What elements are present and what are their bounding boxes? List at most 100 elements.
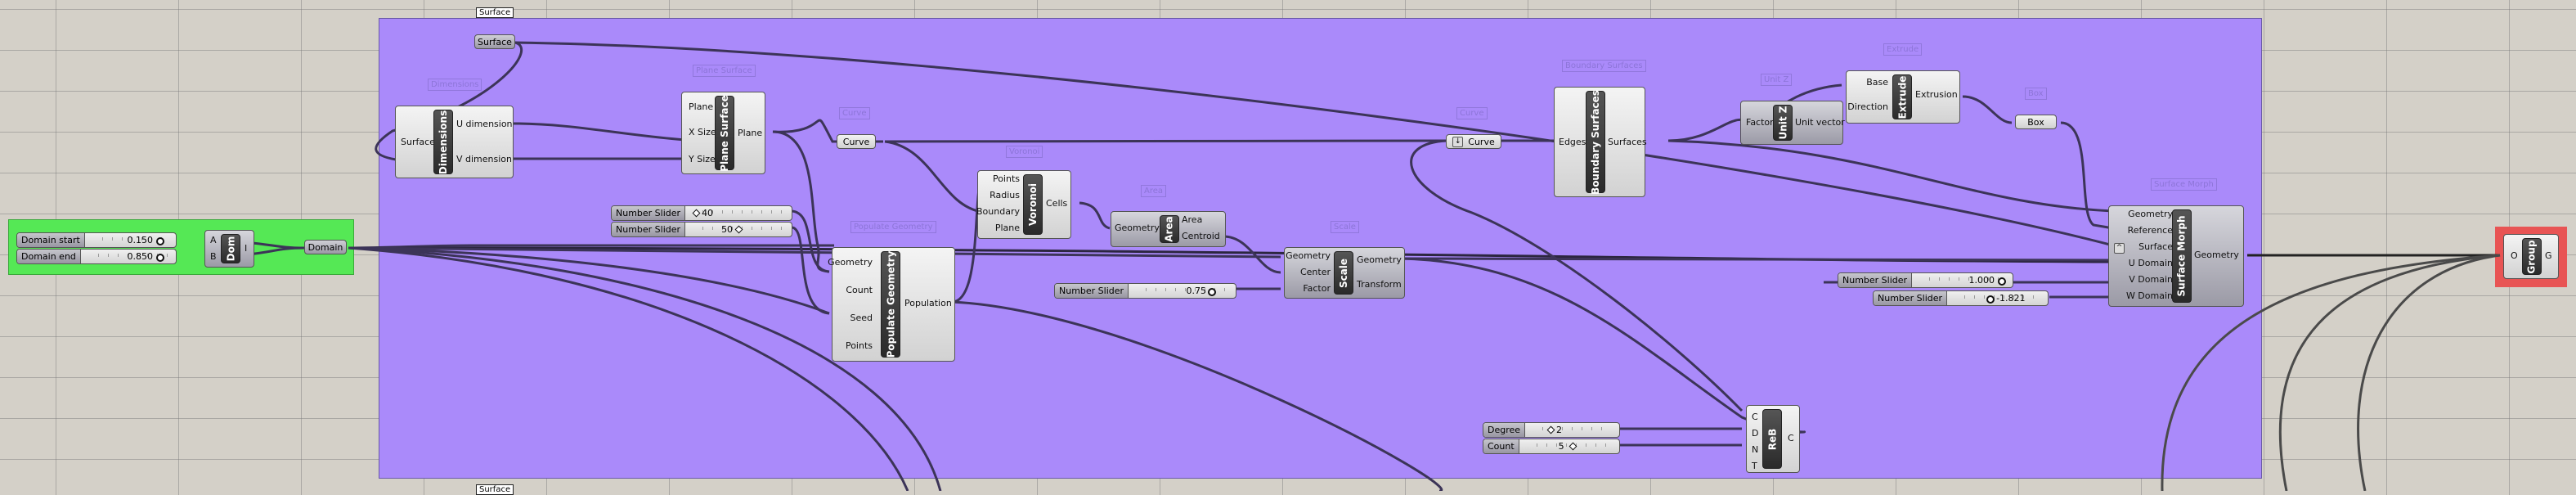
bubble-curve-2: Curve <box>1456 107 1488 119</box>
port-in: Edges <box>1559 137 1586 147</box>
number-slider-factor[interactable]: Number Slider 0.75 <box>1054 283 1236 299</box>
port-in: O <box>2511 250 2518 261</box>
port-in: Boundary <box>976 206 1020 217</box>
number-slider-count[interactable]: Number Slider 40 <box>611 205 792 221</box>
surface-param[interactable]: Surface <box>474 34 515 49</box>
slider-value: 2 <box>1556 425 1563 435</box>
slider-label: Number Slider <box>612 206 686 220</box>
domain-end-slider[interactable]: Domain end 0.850 <box>16 249 177 264</box>
bubble-extrude: Extrude <box>1883 43 1923 56</box>
slider-knob[interactable] <box>1568 442 1577 451</box>
port-in: U Domain <box>2128 258 2173 268</box>
bubble-box: Box <box>2025 88 2047 100</box>
slider-value: 40 <box>702 208 714 218</box>
component-nickname: Unit Z <box>1773 105 1793 141</box>
slider-value: 0.150 <box>127 235 154 245</box>
slider-knob[interactable] <box>1208 288 1216 296</box>
port-out: Plane <box>738 128 763 138</box>
number-slider-w-domain[interactable]: Number Slider -1.821 <box>1873 290 2049 306</box>
slider-value: 1.000 <box>1968 275 1995 286</box>
component-nickname: Scale <box>1334 251 1353 295</box>
degree-slider[interactable]: Degree 2 <box>1483 422 1620 438</box>
wire <box>2357 254 2501 491</box>
slider-knob[interactable] <box>156 237 164 245</box>
box-param[interactable]: Box <box>2015 115 2057 129</box>
slider-label: Degree <box>1483 423 1526 437</box>
number-slider-seed[interactable]: Number Slider 50 <box>611 222 792 237</box>
port-in: Geometry <box>828 257 873 268</box>
extrude-component[interactable]: Base Direction Extrude Extrusion <box>1846 70 1960 124</box>
slider-track[interactable]: 0.150 <box>84 233 176 247</box>
slider-value: 50 <box>721 224 734 235</box>
port-in: Plane <box>689 101 714 112</box>
port-in: Base <box>1866 77 1888 88</box>
component-nickname: Boundary Surfaces <box>1586 90 1605 194</box>
slider-value: 5 <box>1558 441 1564 452</box>
component-nickname: Group <box>2522 238 2542 275</box>
port-in: Seed <box>850 313 873 323</box>
slider-knob[interactable] <box>1986 295 1995 304</box>
count-slider[interactable]: Count 5 <box>1483 439 1620 454</box>
domain-param[interactable]: Domain <box>304 240 347 254</box>
component-nickname: Area <box>1160 215 1179 243</box>
plane-surface-component[interactable]: Plane X Size Y Size Plane Surface Plane <box>681 92 765 174</box>
slider-track[interactable]: 50 <box>685 223 792 236</box>
port-out: Surfaces <box>1608 137 1647 147</box>
slider-label: Number Slider <box>612 223 686 236</box>
port-in: Geometry <box>2128 209 2173 219</box>
port-in-a: A <box>210 235 217 245</box>
number-slider-v-domain[interactable]: Number Slider 1.000 <box>1838 272 2013 288</box>
slider-track[interactable]: 5 <box>1519 439 1619 453</box>
populate-geometry-component[interactable]: Geometry Count Seed Points Populate Geom… <box>828 247 955 362</box>
component-nickname: Plane Surface <box>715 95 734 171</box>
component-nickname: Dimensions <box>433 110 453 174</box>
unit-z-component[interactable]: Factor Unit Z Unit vector <box>1740 101 1845 145</box>
rebuild-curve-component[interactable]: C D N T ReB C <box>1746 405 1800 473</box>
curve-param[interactable]: Curve <box>837 134 876 149</box>
port-out: C <box>1788 433 1794 443</box>
port-out: G <box>2545 250 2552 261</box>
port-in: N <box>1752 444 1759 455</box>
dimensions-component[interactable]: Surface Dimensions U dimension V dimensi… <box>395 106 514 178</box>
scale-component[interactable]: Geometry Center Factor Scale Geometry Tr… <box>1284 247 1405 299</box>
port-in-b: B <box>210 251 217 262</box>
port-out: Area <box>1182 214 1203 225</box>
bubble-dimensions: Dimensions <box>428 79 482 91</box>
port-out: Geometry <box>1357 254 1402 265</box>
bubble-plane-surface: Plane Surface <box>693 65 756 77</box>
port-out: Transform <box>1357 279 1402 290</box>
area-component[interactable]: Geometry Area Area Centroid <box>1111 211 1226 247</box>
slider-knob[interactable] <box>1546 425 1555 434</box>
construct-domain-component[interactable]: A B Dom I <box>204 230 254 268</box>
slider-track[interactable]: 2 <box>1525 423 1619 437</box>
slider-label: Number Slider <box>1874 291 1948 305</box>
port-out: Cells <box>1046 198 1068 209</box>
flatten-icon: ↓ <box>1452 136 1464 147</box>
slider-knob[interactable] <box>1998 277 2006 286</box>
port-out-i: I <box>245 243 248 254</box>
surface-tag-bottom: Surface <box>476 484 514 495</box>
port-out: Unit vector <box>1795 117 1845 128</box>
slider-track[interactable]: 0.850 <box>80 250 176 263</box>
surface-morph-component[interactable]: Geometry Reference ^ Surface U Domain V … <box>2108 205 2244 307</box>
curve-param-2[interactable]: ↓ Curve <box>1446 134 1501 149</box>
slider-track[interactable]: -1.821 <box>1947 291 2048 305</box>
slider-track[interactable]: 0.75 <box>1129 284 1236 298</box>
slider-track[interactable]: 1.000 <box>1912 273 2013 287</box>
slider-knob[interactable] <box>734 225 743 234</box>
slider-knob[interactable] <box>692 209 701 218</box>
slider-knob[interactable] <box>156 254 164 262</box>
component-nickname: Extrude <box>1892 74 1912 119</box>
port-in: Factor <box>1303 283 1331 294</box>
slider-value: 0.75 <box>1186 286 1207 296</box>
boundary-surfaces-component[interactable]: Edges Boundary Surfaces Surfaces <box>1554 87 1647 197</box>
component-nickname: Populate Geometry <box>881 251 900 358</box>
group-component[interactable]: O Group G <box>2503 234 2559 279</box>
port-in: Direction <box>1847 101 1888 112</box>
voronoi-component[interactable]: Points Radius Boundary Plane Voronoi Cel… <box>976 170 1071 239</box>
bubble-scale: Scale <box>1331 221 1359 233</box>
bubble-area: Area <box>1141 185 1167 197</box>
slider-track[interactable]: 40 <box>685 206 792 220</box>
domain-start-slider[interactable]: Domain start 0.150 <box>16 232 177 248</box>
wire <box>2278 254 2501 491</box>
